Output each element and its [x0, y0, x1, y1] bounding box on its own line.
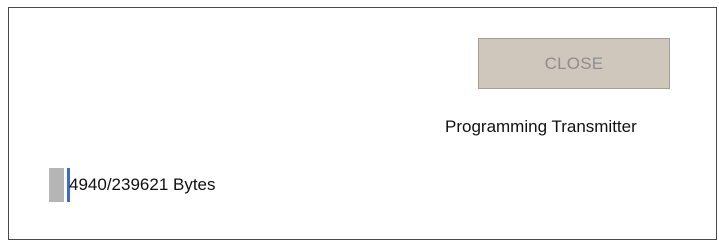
- progress-fill: [49, 168, 64, 202]
- programming-dialog: CLOSE Programming Transmitter 4940/23962…: [8, 7, 717, 240]
- progress-bar: [49, 168, 71, 202]
- close-button[interactable]: CLOSE: [478, 38, 670, 89]
- status-label: Programming Transmitter: [445, 117, 637, 136]
- bytes-progress-label: 4940/239621 Bytes: [69, 175, 216, 194]
